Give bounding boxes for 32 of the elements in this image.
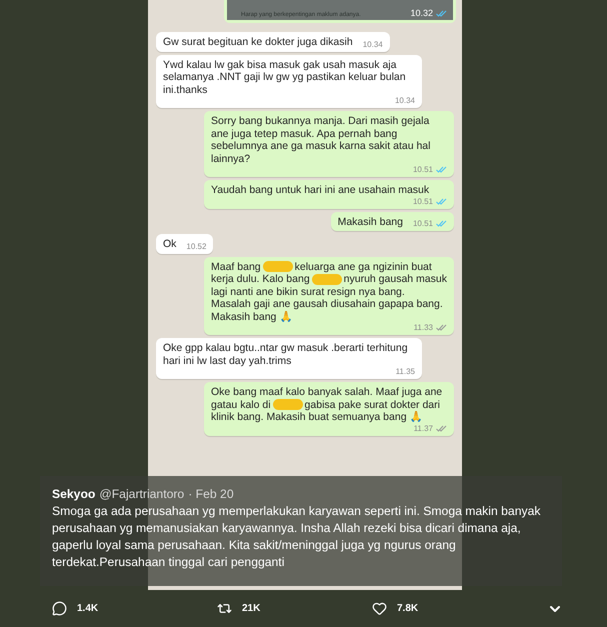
retweet-button[interactable]: 21K [217, 601, 260, 616]
message-text: Ok [163, 238, 176, 250]
message-time: 11.35 [396, 367, 415, 376]
message-time: 10.34 [394, 96, 415, 105]
message-text: Maaf bang keluarga ane ga ngizinin buat kerja dulu. Kalo bang nyuruh gausah masuk lagi nanti ane bikin surat resign nya bang. Masalah gaji ane gausah diusahain gapapa bang. Makasih bang 🙏 [211, 260, 447, 323]
message-time: 10.51 [412, 219, 433, 228]
message-time: 11.37 [414, 424, 433, 432]
heart-icon [372, 601, 387, 616]
message-time: 10.51 [412, 196, 433, 206]
message-time: 10.52 [186, 242, 206, 250]
author-name[interactable]: Sekyoo [52, 486, 96, 503]
retweet-icon [217, 601, 232, 616]
reply-icon [52, 601, 67, 616]
tweet-text: Smoga ga ada perusahaan yg memperlakukan karyawan seperti ini. Smoga makin banyak perusahaan yg memanusiakan karyawannya. Insha Allah rezeki bisa dicari dimana aja, gaperlu loyal sama perusahaan. Kita sakit/meninggal juga yg ngurus orang terdekat.Perusahaan tinggal cari pengganti [52, 503, 542, 571]
message-time: 11.33 [414, 323, 433, 332]
message-text: Oke bang maaf kalo banyak salah. Maaf juga ane gatau kalo di gabisa pake surat dokter dari klinik bang. Makasih buat semuanya bang 🙏 [211, 386, 444, 424]
redaction-mark [262, 261, 293, 272]
tweet-date[interactable]: · Feb 20 [188, 486, 234, 503]
message-text: Makasih bang [338, 216, 403, 228]
redaction-mark [312, 274, 342, 285]
like-button[interactable]: 7.8K [372, 601, 418, 616]
message-time: 10.32 [410, 8, 433, 18]
message-text: Ywd kalau lw gak bisa masuk gak usah masuk aja selamanya .NNT gaji lw gw yg pastikan keluar bulan ini.thanks [163, 58, 407, 96]
author-handle[interactable]: @Fajartriantoro [99, 486, 184, 503]
message-time: 10.51 [412, 165, 433, 174]
message-text: Oke gpp kalau bgtu..ntar gw masuk .berarti terhitung hari ini lw last day yah.trims [163, 342, 409, 367]
message-time: 10.34 [362, 40, 383, 48]
message-text: Yaudah bang untuk hari ini ane usahain masuk [211, 184, 430, 196]
message-text: Sorry bang bukannya manja. Dari masih gejala ane juga tetep masuk. Apa pernah bang sebelumnya ane ga masuk karna sakit atau hal lainnya? [211, 115, 432, 165]
message-text: Gw surat begituan ke dokter juga dikasih [163, 36, 353, 48]
reply-button[interactable]: 1.4K [52, 601, 98, 616]
redaction-mark [272, 399, 303, 410]
